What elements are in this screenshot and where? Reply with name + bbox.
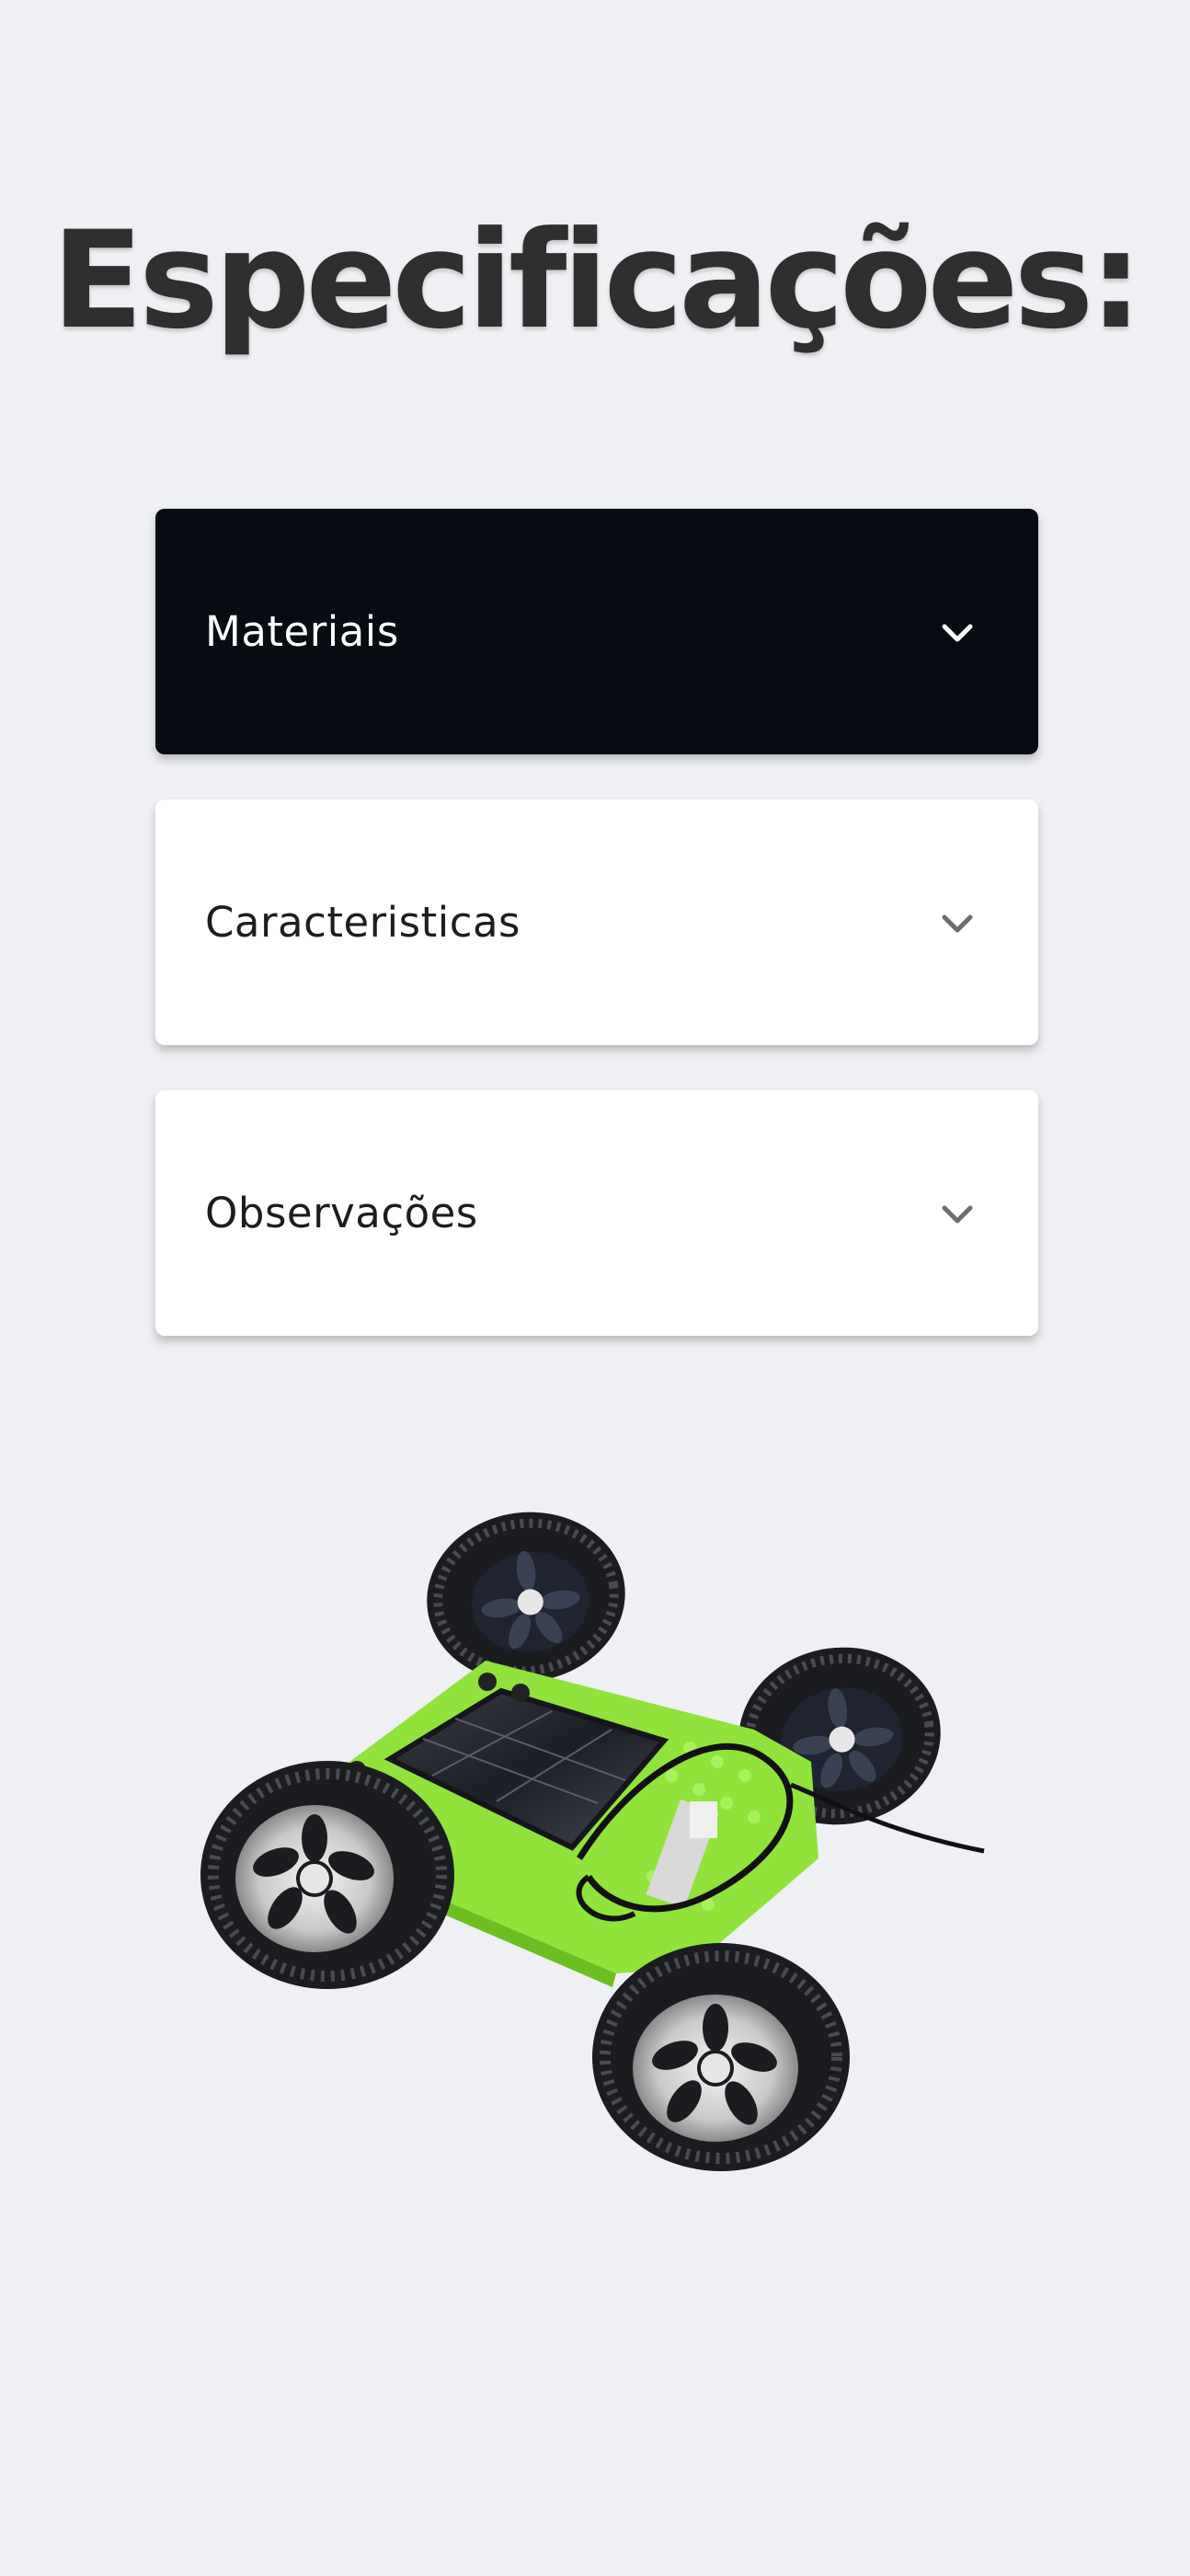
accordion-item-caracteristicas[interactable]: Caracteristicas <box>155 799 1038 1045</box>
page-title: Especificações: <box>51 202 1143 359</box>
specifications-accordion: Materiais Caracteristicas Observações <box>155 509 1038 1381</box>
solar-car-image <box>200 1512 985 2171</box>
accordion-item-label: Observações <box>205 1189 478 1237</box>
accordion-item-label: Materiais <box>205 607 399 656</box>
chevron-down-icon[interactable] <box>939 905 976 942</box>
accordion-item-observacoes[interactable]: Observações <box>155 1090 1038 1336</box>
accordion-item-materiais[interactable]: Materiais <box>155 509 1038 754</box>
accordion-item-label: Caracteristicas <box>205 898 521 947</box>
specifications-page: Especificações: Materiais Caracteristica… <box>0 0 1190 2576</box>
chevron-down-icon[interactable] <box>939 1196 976 1233</box>
chevron-down-icon[interactable] <box>939 615 976 651</box>
